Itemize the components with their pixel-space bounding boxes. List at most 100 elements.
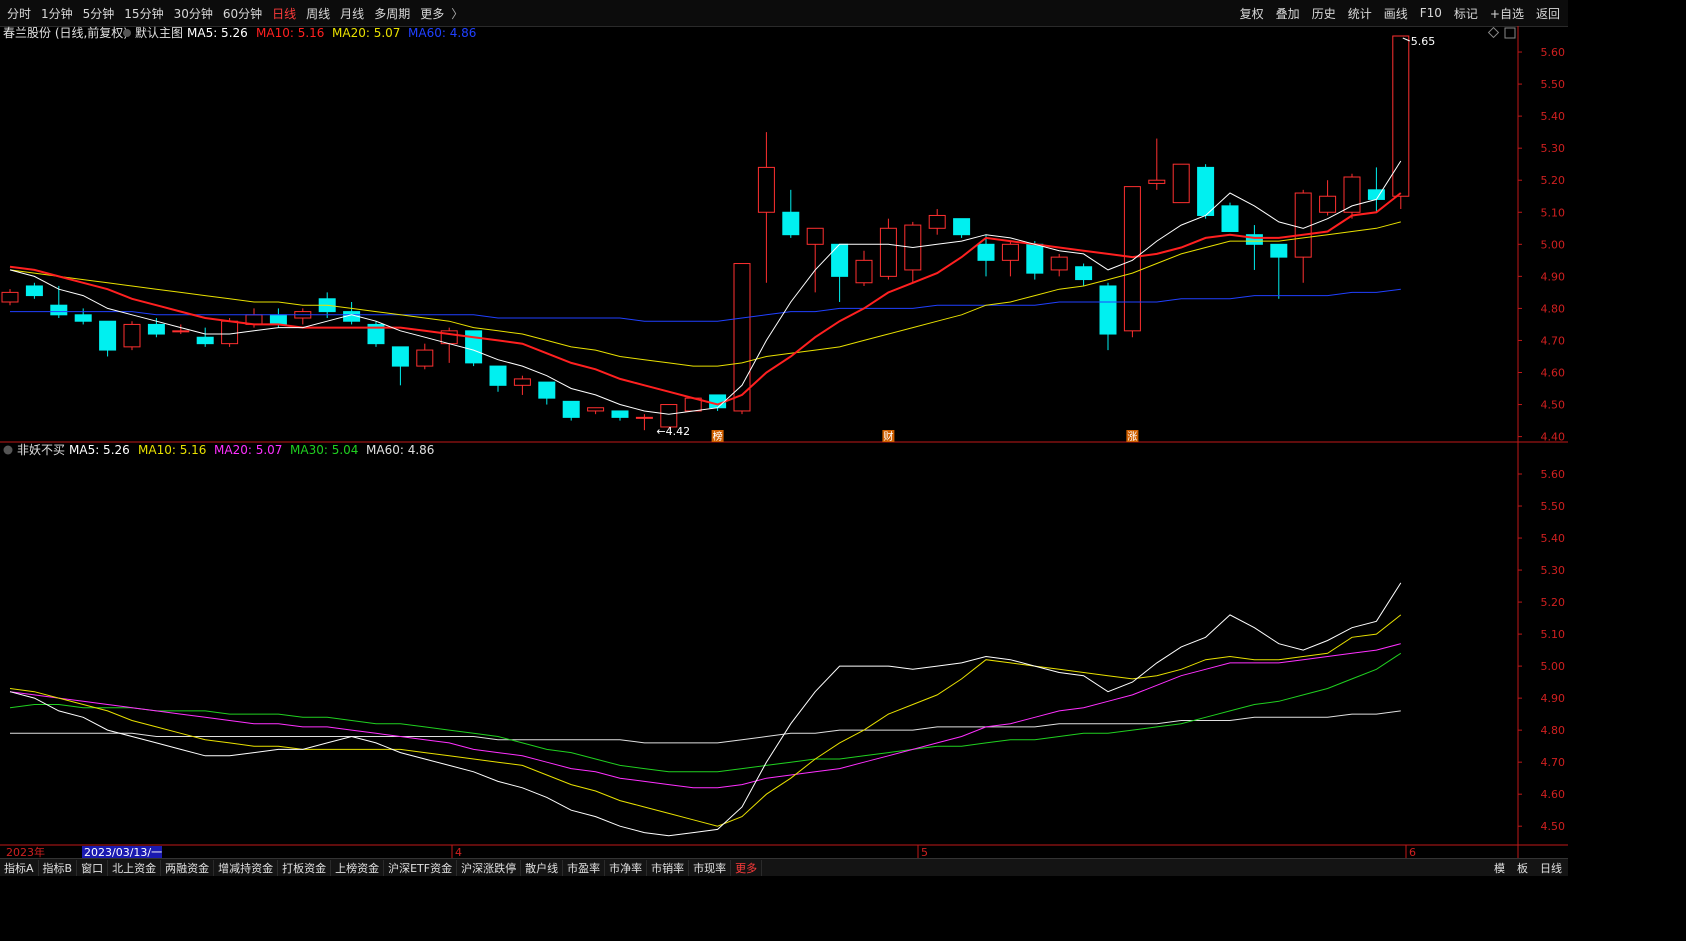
event-marker-label: 涨 (1127, 431, 1137, 443)
candle-body (196, 336, 214, 345)
y-tick-label: 4.60 (1541, 788, 1566, 801)
candle-body (1221, 205, 1239, 232)
period-tab[interactable]: 周线 (301, 5, 335, 22)
period-tab[interactable]: 多周期 (369, 5, 415, 22)
indicator-tab[interactable]: 指标A (0, 859, 39, 876)
toolbar-button[interactable]: 统计 (1342, 5, 1378, 22)
candle-body (1050, 256, 1068, 271)
y-tick-label: 4.40 (1541, 431, 1566, 444)
candle-body (1026, 243, 1044, 274)
ma-legend: MA5: 5.26 (69, 443, 130, 457)
candle-body (1001, 243, 1019, 261)
indicator-tab[interactable]: 市现率 (689, 859, 732, 876)
candle-body (1, 291, 19, 303)
sub-ma60-line (10, 710, 1401, 744)
period-tab[interactable]: 月线 (335, 5, 369, 22)
period-tab[interactable]: 5分钟 (78, 5, 120, 22)
toolbar-button[interactable]: 画线 (1378, 5, 1414, 22)
candle-body (977, 243, 995, 261)
candle-body (587, 407, 605, 412)
candle-body (269, 314, 287, 325)
y-tick-label: 4.90 (1541, 270, 1566, 283)
period-tab[interactable]: 分时 (2, 5, 36, 22)
candle-body (1197, 166, 1215, 216)
period-tabs: 分时 1分钟 5分钟 15分钟 30分钟 60分钟 日线 周线 月线 多周期 更多〉 (2, 0, 463, 26)
period-tab[interactable]: 15分钟 (119, 5, 168, 22)
candle-body (123, 323, 141, 348)
toolbar-button[interactable]: 复权 (1234, 5, 1270, 22)
indicator-tab[interactable]: 沪深涨跌停 (457, 859, 522, 876)
period-tab[interactable]: 60分钟 (218, 5, 267, 22)
y-tick-label: 5.20 (1541, 174, 1566, 187)
toolbar-button[interactable]: 标记 (1448, 5, 1484, 22)
low-price-label: ←4.42 (656, 425, 690, 438)
indicator-tab[interactable]: 市净率 (605, 859, 648, 876)
top-toolbar: 分时 1分钟 5分钟 15分钟 30分钟 60分钟 日线 周线 月线 多周期 更多〉 复权 叠加 历史统… (0, 0, 1568, 27)
y-tick-label: 5.10 (1541, 206, 1566, 219)
candle-body (221, 320, 239, 345)
candle-body (757, 166, 775, 213)
ma-legend: MA20: 5.07 (214, 443, 282, 457)
bottom-indicator-bar: 指标A 指标B 窗口 北上资金 两融资金 增减持资金 打板资金 上榜资金 沪深ETF资金 沪深涨跌… (0, 858, 1568, 876)
period-tab[interactable]: 日线 (267, 5, 301, 22)
toolbar-button[interactable]: 历史 (1306, 5, 1342, 22)
event-marker-label: 财 (883, 430, 893, 443)
y-tick-label: 5.30 (1541, 564, 1566, 577)
candle-body (635, 416, 653, 419)
candle-body (1123, 186, 1141, 332)
bottom-right-controls: 模板日线 (1488, 859, 1568, 876)
y-tick-label: 5.50 (1541, 500, 1566, 513)
indicator-tab[interactable]: 沪深ETF资金 (384, 859, 458, 876)
y-tick-label: 5.40 (1541, 110, 1566, 123)
chevron-right-icon: 〉 (451, 6, 464, 21)
candle-body (1319, 195, 1337, 213)
candle-body (391, 346, 409, 367)
indicator-tab[interactable]: 两融资金 (161, 859, 215, 876)
indicator-tab[interactable]: 散户线 (521, 859, 564, 876)
candle-body (1270, 243, 1288, 258)
indicator-tab[interactable]: 窗口 (77, 859, 109, 876)
indicator-tab[interactable]: 更多 (731, 859, 763, 876)
stock-chart[interactable]: 5.60 5.50 5.40 5.30 5.20 5.10 5.00 4.90 4.80 4.70… (0, 26, 1568, 858)
y-tick-label: 4.80 (1541, 724, 1566, 737)
indicator-tab[interactable]: 增减持资金 (214, 859, 279, 876)
y-tick-label: 4.80 (1541, 302, 1566, 315)
candle-body (99, 320, 117, 351)
toolbar-button[interactable]: F10 (1414, 6, 1448, 20)
sub-ma5-line (9, 582, 1402, 837)
toolbar-button[interactable]: 返回 (1530, 5, 1566, 22)
candle-body (416, 349, 434, 367)
y-tick-label: 4.50 (1541, 820, 1566, 833)
settings-icon[interactable] (3, 445, 13, 455)
indicator-tab[interactable]: 北上资金 (108, 859, 162, 876)
sub-ma30-line (9, 652, 1402, 773)
period-tab[interactable]: 1分钟 (36, 5, 78, 22)
toolbar-button[interactable]: 叠加 (1270, 5, 1306, 22)
candle-body (928, 214, 946, 229)
y-tick-label: 4.90 (1541, 692, 1566, 705)
indicator-tab[interactable]: 市盈率 (563, 859, 606, 876)
y-tick-label: 5.30 (1541, 142, 1566, 155)
indicator-tab[interactable]: 市销率 (647, 859, 690, 876)
indicator-tab[interactable]: 指标B (39, 859, 78, 876)
x-month-label: 4 (455, 846, 462, 858)
settings-icon[interactable] (123, 29, 131, 37)
y-tick-label: 4.70 (1541, 756, 1566, 769)
period-tab[interactable]: 更多 (415, 5, 449, 22)
bottom-right-button[interactable]: 模 (1488, 860, 1511, 876)
window-icon[interactable] (1504, 27, 1516, 39)
toolbar-button[interactable]: +自选 (1484, 5, 1530, 22)
period-tab[interactable]: 30分钟 (169, 5, 218, 22)
candle-body (855, 259, 873, 284)
indicator-tab[interactable]: 上榜资金 (331, 859, 385, 876)
y-tick-label: 4.60 (1541, 366, 1566, 379)
bottom-right-button[interactable]: 日线 (1534, 860, 1568, 876)
candle-body (1075, 266, 1093, 281)
ma5-line (9, 160, 1402, 415)
candle-body (1245, 234, 1263, 245)
candle-body (1343, 176, 1361, 213)
candle-body (1148, 179, 1166, 184)
indicator-tab[interactable]: 打板资金 (278, 859, 332, 876)
diamond-icon[interactable] (1487, 26, 1500, 39)
bottom-right-button[interactable]: 板 (1511, 860, 1534, 876)
